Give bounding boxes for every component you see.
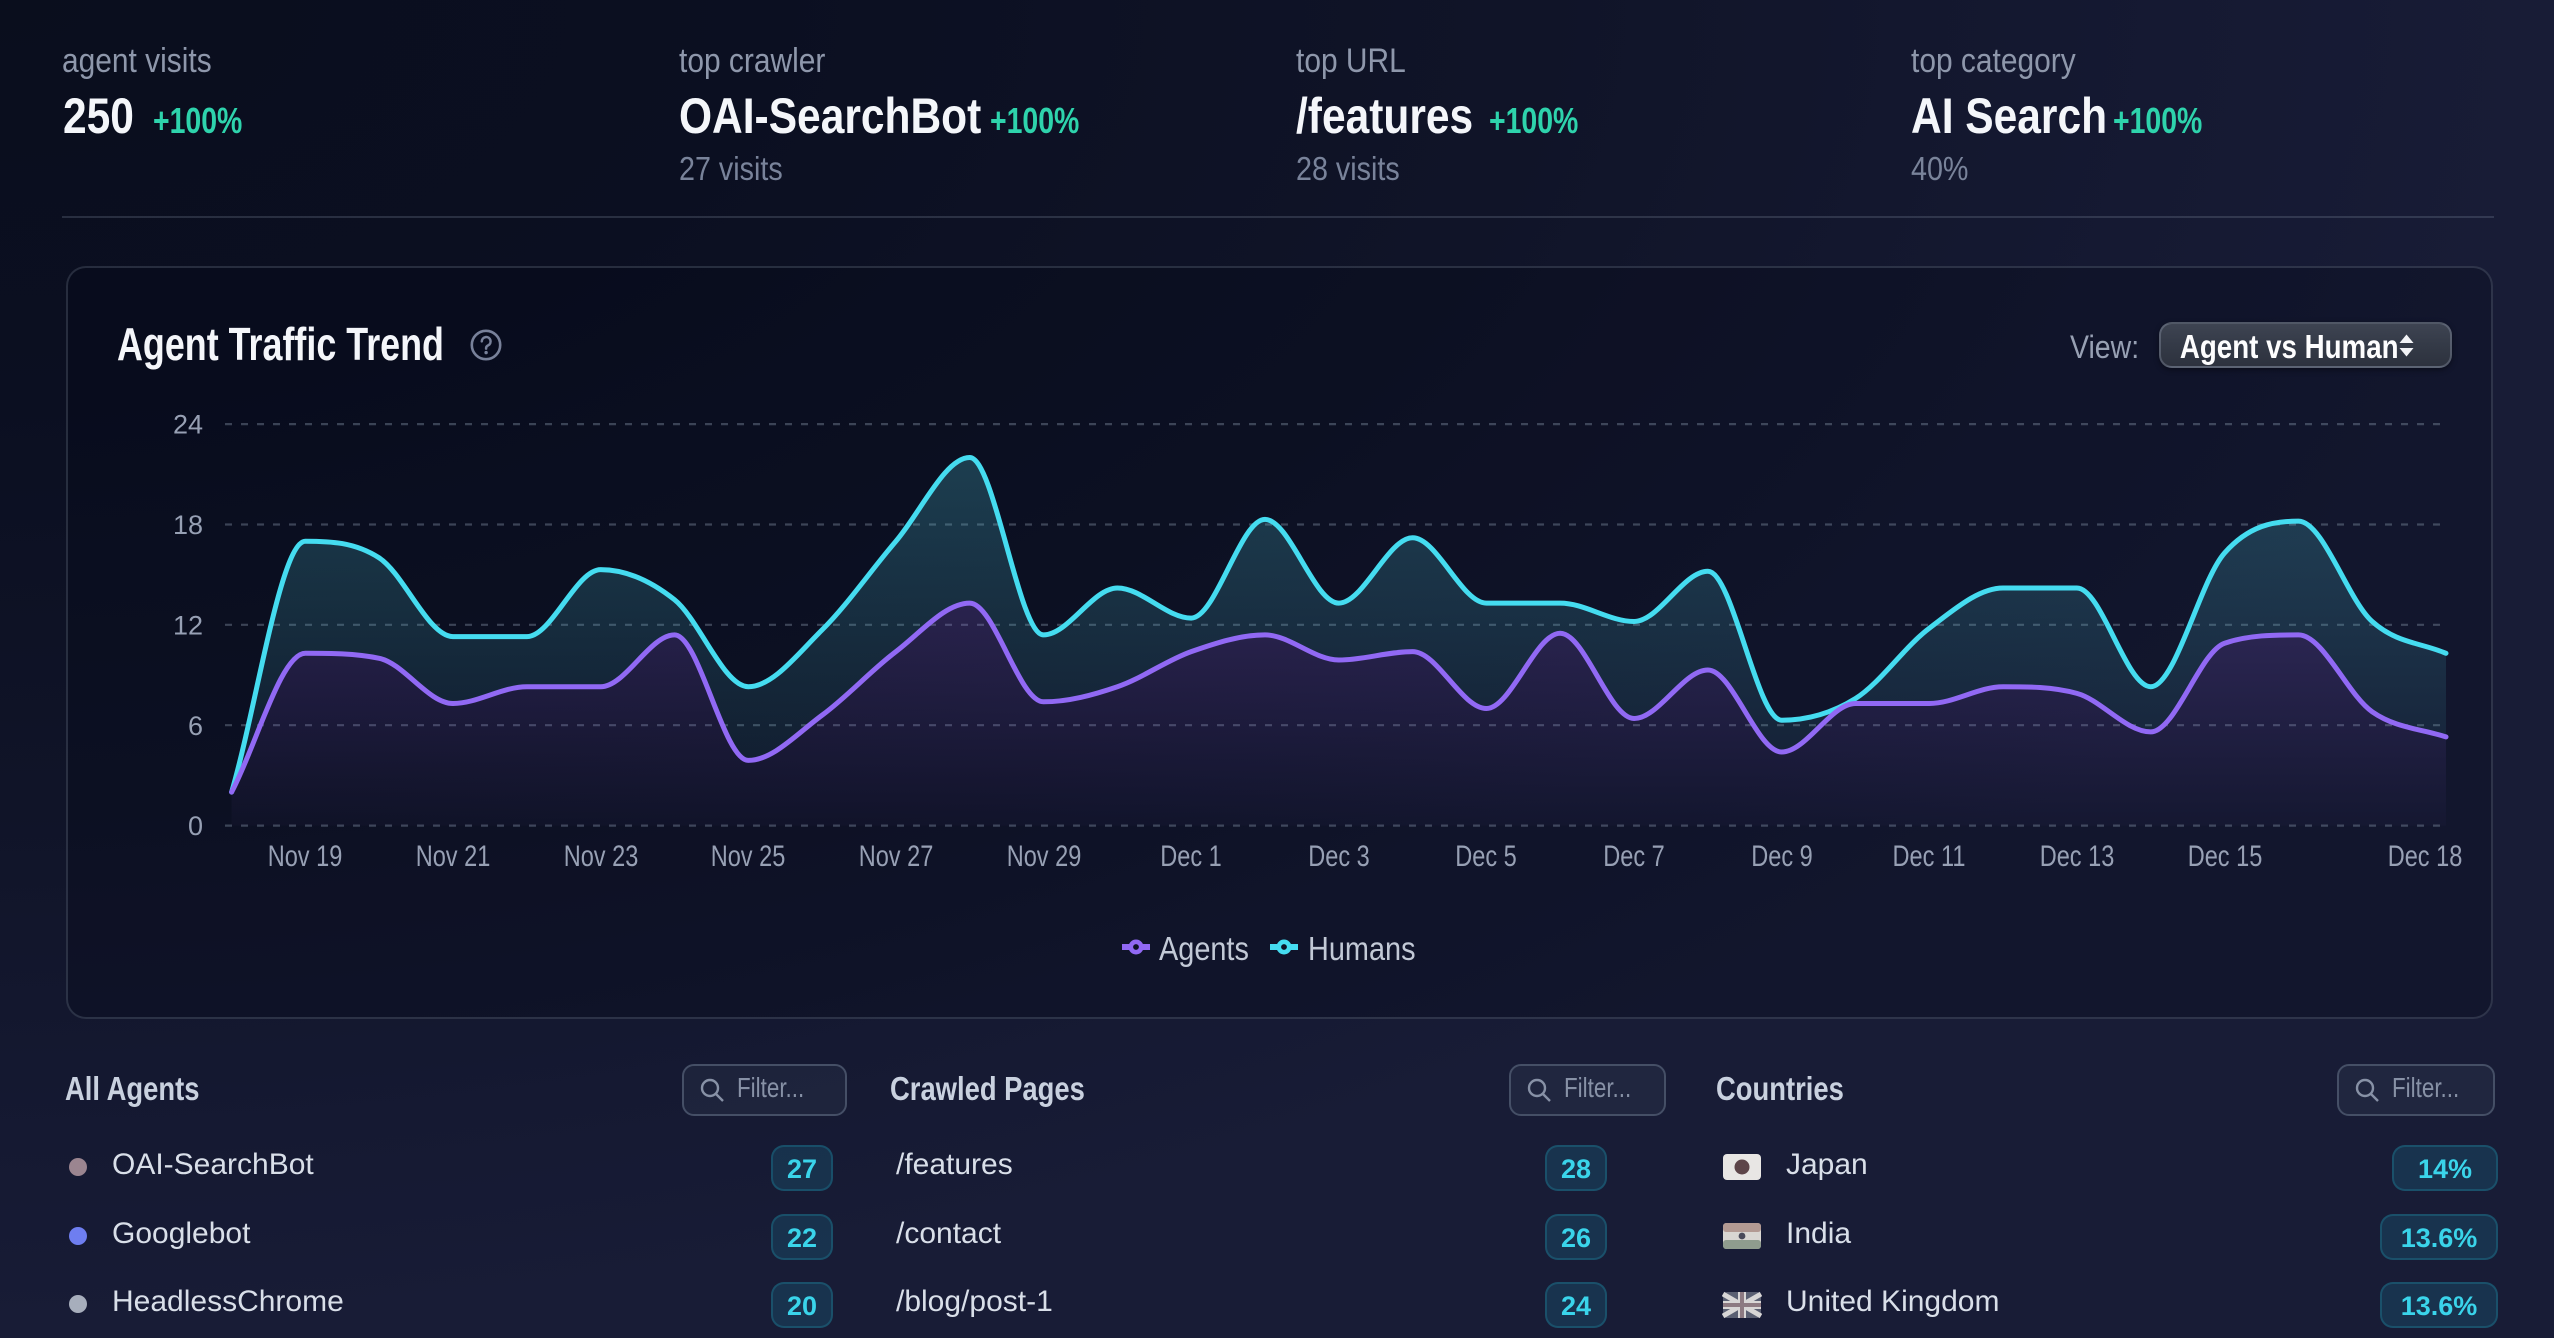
svg-text:0: 0 (188, 811, 203, 841)
svg-text:24: 24 (173, 410, 203, 440)
svg-text:Dec 3: Dec 3 (1308, 840, 1370, 873)
svg-text:Dec 9: Dec 9 (1751, 840, 1813, 873)
svg-text:Dec 7: Dec 7 (1603, 840, 1665, 873)
svg-text:Nov 21: Nov 21 (416, 840, 491, 873)
svg-text:6: 6 (188, 711, 203, 741)
svg-text:12: 12 (173, 611, 203, 641)
svg-text:Nov 23: Nov 23 (564, 840, 639, 873)
svg-text:Dec 18: Dec 18 (2388, 840, 2463, 873)
svg-text:Dec 5: Dec 5 (1455, 840, 1517, 873)
svg-text:Nov 25: Nov 25 (711, 840, 786, 873)
svg-text:Nov 29: Nov 29 (1007, 840, 1082, 873)
svg-text:Dec 13: Dec 13 (2040, 840, 2115, 873)
svg-text:Dec 15: Dec 15 (2188, 840, 2263, 873)
svg-text:Nov 19: Nov 19 (268, 840, 343, 873)
svg-text:Nov 27: Nov 27 (859, 840, 934, 873)
svg-text:18: 18 (173, 510, 203, 540)
svg-text:Dec 1: Dec 1 (1160, 840, 1222, 873)
svg-text:Dec 11: Dec 11 (1893, 840, 1966, 873)
